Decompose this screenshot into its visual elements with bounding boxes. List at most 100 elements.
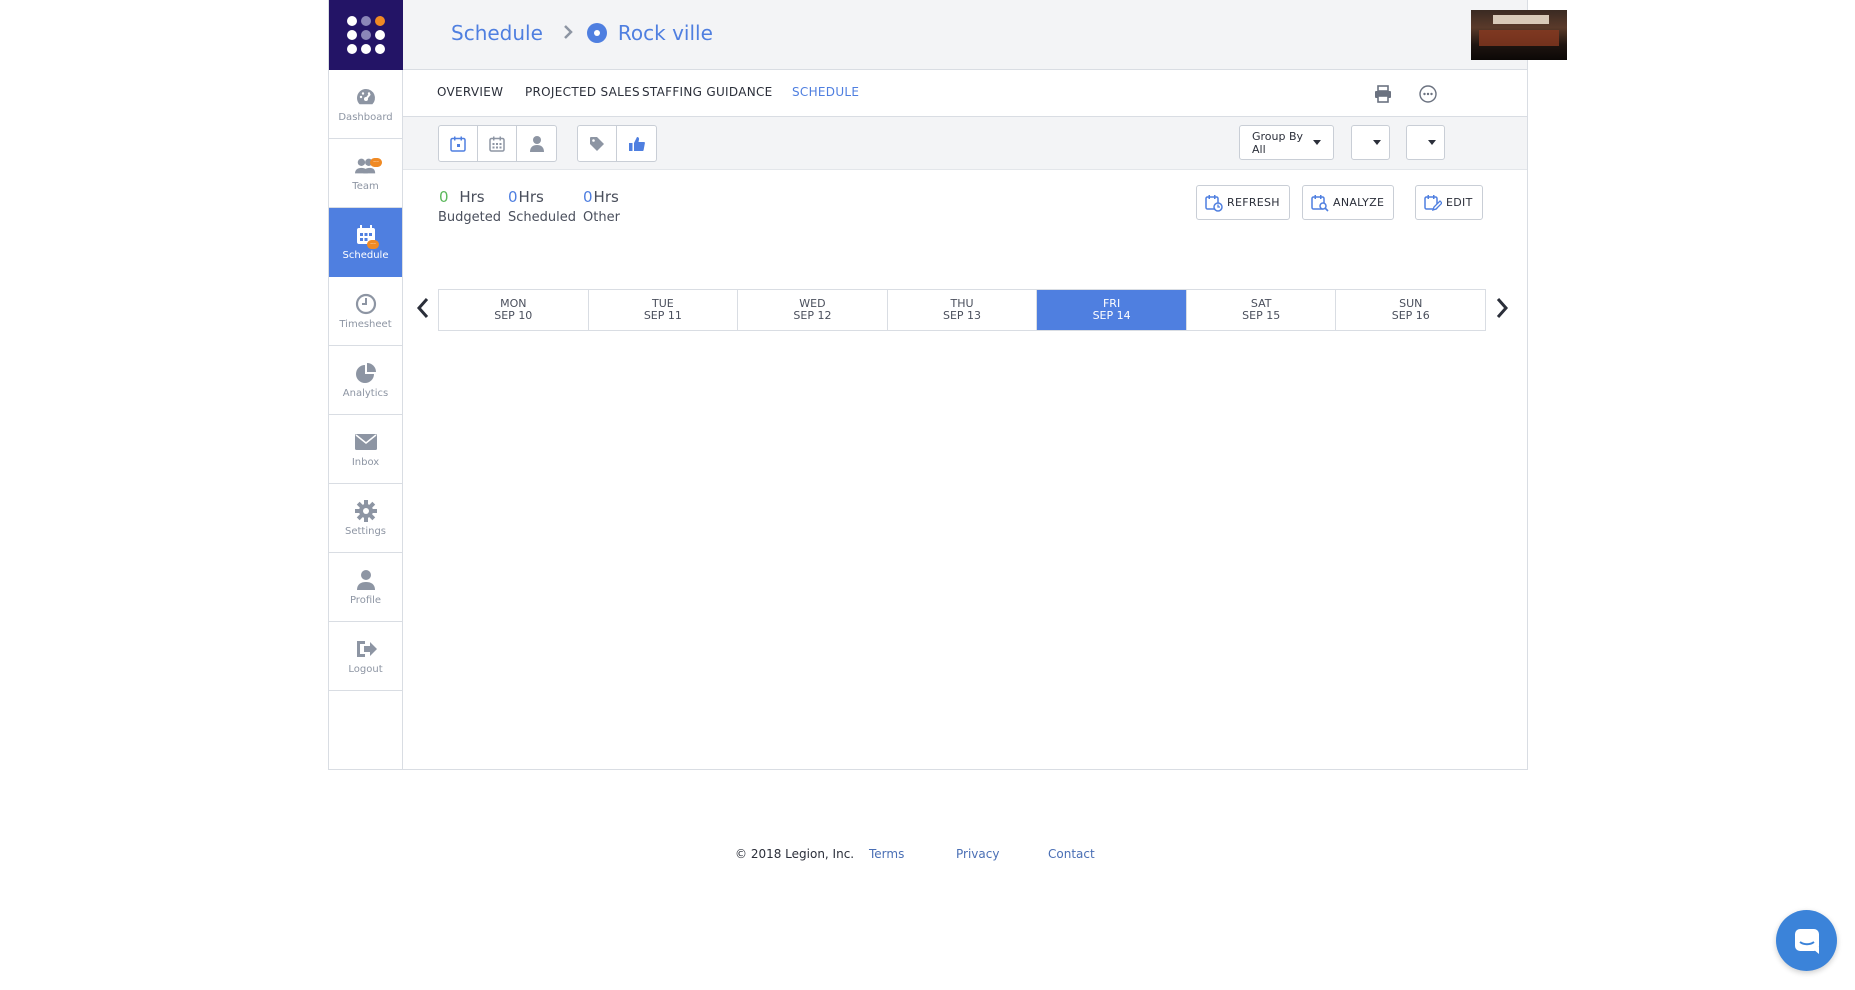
employee-view-button[interactable] bbox=[517, 126, 556, 161]
clock-icon bbox=[355, 293, 377, 315]
contact-link[interactable]: Contact bbox=[1048, 847, 1095, 861]
next-week-arrow-icon[interactable] bbox=[1495, 296, 1509, 324]
day-view-icon bbox=[450, 136, 466, 152]
refresh-button[interactable]: REFRESH bbox=[1196, 185, 1290, 220]
chat-bubble-icon bbox=[1794, 928, 1819, 954]
scheduled-hours: 0Hrs bbox=[508, 188, 544, 206]
sidebar: Dashboard ··· Team ··· Schedule Timeshee… bbox=[329, 0, 403, 769]
privacy-link[interactable]: Privacy bbox=[956, 847, 999, 861]
sidebar-item-dashboard[interactable]: Dashboard bbox=[329, 70, 402, 139]
employee-view-icon bbox=[529, 135, 544, 152]
sidebar-item-profile[interactable]: Profile bbox=[329, 553, 402, 622]
analyze-label: ANALYZE bbox=[1333, 196, 1385, 209]
other-hours: 0Hrs bbox=[583, 188, 619, 206]
sidebar-item-analytics[interactable]: Analytics bbox=[329, 346, 402, 415]
analyze-button[interactable]: ANALYZE bbox=[1302, 185, 1395, 220]
tag-button[interactable] bbox=[578, 126, 617, 161]
more-options-icon[interactable] bbox=[1419, 85, 1437, 107]
other-hours-value: 0 bbox=[583, 188, 593, 206]
thumbs-up-icon bbox=[628, 136, 645, 151]
day-mon[interactable]: MON SEP 10 bbox=[439, 290, 589, 330]
other-label: Other bbox=[583, 210, 620, 225]
location-name[interactable]: Rock ville bbox=[618, 21, 713, 45]
week-view-button[interactable] bbox=[478, 126, 517, 161]
sidebar-item-label: Schedule bbox=[342, 249, 389, 261]
previous-week-arrow-icon[interactable] bbox=[416, 296, 430, 324]
week-day-selector: MON SEP 10 TUE SEP 11 WED SEP 12 THU SEP 13 … bbox=[438, 289, 1486, 331]
filter-select-1[interactable] bbox=[1351, 125, 1390, 160]
group-by-value: Group By All bbox=[1252, 129, 1304, 156]
filter-select-2[interactable] bbox=[1406, 125, 1445, 160]
group-by-select[interactable]: Group By All bbox=[1239, 125, 1334, 160]
notification-badge: ··· bbox=[370, 158, 382, 167]
sidebar-item-label: Inbox bbox=[351, 456, 380, 468]
day-sat[interactable]: SAT SEP 15 bbox=[1187, 290, 1337, 330]
scheduled-label: Scheduled bbox=[508, 210, 576, 225]
view-mode-group bbox=[438, 125, 557, 162]
day-wed[interactable]: WED SEP 12 bbox=[738, 290, 888, 330]
sidebar-item-timesheet[interactable]: Timesheet bbox=[329, 277, 402, 346]
sidebar-item-logout[interactable]: Logout bbox=[329, 622, 402, 691]
pie-chart-icon bbox=[355, 362, 377, 384]
thumbs-up-button[interactable] bbox=[617, 126, 656, 161]
legion-logo[interactable] bbox=[329, 0, 403, 70]
budgeted-hours-value: 0 bbox=[439, 188, 449, 206]
chevron-down-icon bbox=[1313, 140, 1321, 145]
breadcrumb-schedule-link[interactable]: Schedule bbox=[451, 21, 543, 45]
sidebar-item-label: Analytics bbox=[342, 387, 389, 399]
sidebar-item-label: Team bbox=[352, 180, 379, 192]
tab-schedule[interactable]: SCHEDULE bbox=[792, 85, 859, 99]
tab-projected-sales[interactable]: PROJECTED SALES bbox=[525, 85, 640, 99]
chevron-down-icon bbox=[1427, 140, 1436, 145]
sidebar-item-label: Settings bbox=[344, 525, 386, 537]
app-frame: Dashboard ··· Team ··· Schedule Timeshee… bbox=[328, 0, 1567, 770]
print-icon[interactable] bbox=[1374, 85, 1392, 107]
breadcrumb: Schedule Rock ville bbox=[451, 21, 713, 45]
analyze-calendar-icon bbox=[1311, 194, 1329, 212]
budgeted-hours-unit: Hrs bbox=[459, 188, 485, 206]
sidebar-item-label: Timesheet bbox=[339, 318, 392, 330]
notification-badge: ··· bbox=[367, 240, 379, 249]
day-thu[interactable]: THU SEP 13 bbox=[888, 290, 1038, 330]
sidebar-item-schedule[interactable]: ··· Schedule bbox=[329, 208, 402, 277]
sidebar-item-label: Dashboard bbox=[338, 111, 393, 123]
feedback-group bbox=[577, 125, 657, 162]
sub-nav-tabs: OVERVIEW PROJECTED SALES STAFFING GUIDAN… bbox=[403, 70, 1527, 117]
page-header: Schedule Rock ville bbox=[403, 0, 1567, 70]
other-hours-unit: Hrs bbox=[593, 188, 619, 206]
budgeted-label: Budgeted bbox=[438, 210, 502, 225]
chevron-down-icon bbox=[1372, 140, 1381, 145]
edit-calendar-icon bbox=[1424, 194, 1442, 211]
tab-overview[interactable]: OVERVIEW bbox=[437, 85, 503, 99]
envelope-icon bbox=[354, 431, 377, 453]
scheduled-hours-unit: Hrs bbox=[518, 188, 544, 206]
sidebar-item-label: Profile bbox=[349, 594, 382, 606]
schedule-toolbar: Group By All bbox=[403, 117, 1527, 170]
tag-icon bbox=[590, 136, 604, 151]
dashboard-gauge-icon bbox=[355, 86, 377, 108]
sidebar-item-inbox[interactable]: Inbox bbox=[329, 415, 402, 484]
week-view-icon bbox=[489, 136, 505, 152]
copyright-text: © 2018 Legion, Inc. bbox=[735, 847, 855, 861]
sidebar-item-settings[interactable]: Settings bbox=[329, 484, 402, 553]
day-tue[interactable]: TUE SEP 11 bbox=[589, 290, 739, 330]
logout-icon bbox=[355, 638, 377, 660]
breadcrumb-separator bbox=[563, 23, 573, 44]
terms-link[interactable]: Terms bbox=[869, 847, 904, 861]
refresh-calendar-icon bbox=[1205, 194, 1223, 212]
person-icon bbox=[355, 569, 377, 591]
tab-staffing-guidance[interactable]: STAFFING GUIDANCE bbox=[642, 85, 773, 99]
refresh-label: REFRESH bbox=[1227, 196, 1280, 209]
day-view-button[interactable] bbox=[439, 126, 478, 161]
sidebar-item-team[interactable]: ··· Team bbox=[329, 139, 402, 208]
day-fri[interactable]: FRI SEP 14 bbox=[1037, 290, 1187, 330]
sidebar-item-label: Logout bbox=[348, 663, 383, 675]
store-photo bbox=[1471, 10, 1567, 60]
edit-label: EDIT bbox=[1446, 196, 1473, 209]
chat-launcher-button[interactable] bbox=[1776, 910, 1837, 971]
day-sun[interactable]: SUN SEP 16 bbox=[1336, 290, 1485, 330]
scheduled-hours-value: 0 bbox=[508, 188, 518, 206]
budgeted-hours: 0 Hrs bbox=[439, 188, 485, 206]
edit-button[interactable]: EDIT bbox=[1415, 185, 1483, 220]
gear-icon bbox=[354, 499, 377, 522]
